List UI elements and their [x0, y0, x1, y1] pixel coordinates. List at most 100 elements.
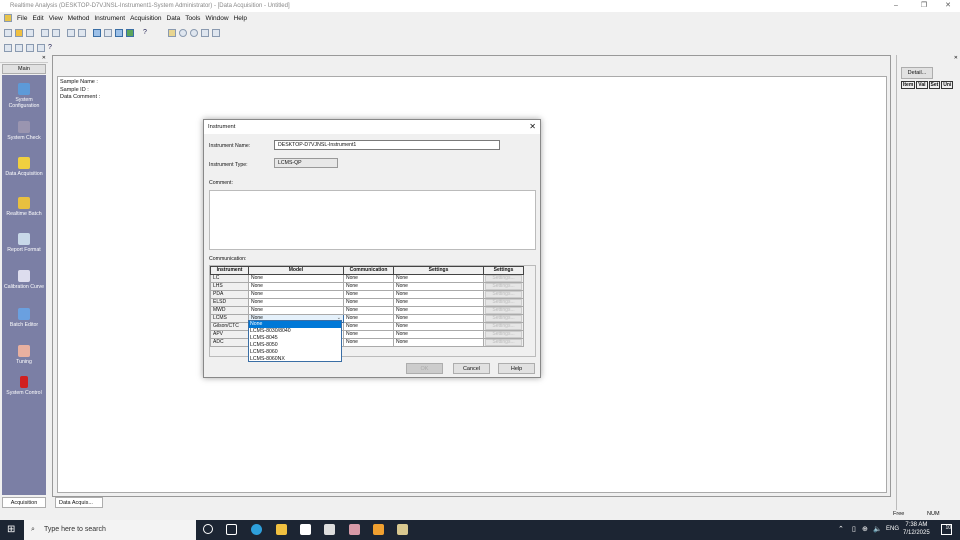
volume-icon[interactable]: 🔈	[873, 525, 882, 533]
comment-textarea[interactable]	[209, 190, 536, 250]
tool-1-icon[interactable]	[4, 43, 12, 52]
sidebar-item-realtime-batch[interactable]: Realtime Batch	[2, 197, 46, 217]
layout-4-icon[interactable]	[126, 28, 134, 37]
column-value[interactable]: Val	[916, 81, 928, 89]
communication-select[interactable]: None	[343, 313, 394, 323]
column-item[interactable]: Item	[901, 81, 916, 89]
cortana-icon[interactable]	[203, 524, 213, 534]
communication-select[interactable]: None	[343, 305, 394, 315]
settings-button[interactable]: Settings...	[485, 323, 522, 329]
print-icon[interactable]	[41, 28, 49, 37]
save-icon[interactable]	[26, 28, 34, 37]
menu-tools[interactable]: Tools	[185, 15, 200, 22]
file-explorer-icon[interactable]	[276, 524, 287, 535]
store-icon[interactable]	[300, 524, 311, 535]
network-icon[interactable]: ⊕	[862, 525, 868, 533]
sidebar-item-tuning[interactable]: Tuning	[2, 345, 46, 365]
binoculars-icon[interactable]	[78, 28, 86, 37]
clock[interactable]: 7:38 AM 7/12/2025	[903, 521, 930, 537]
task-view-icon[interactable]	[226, 524, 237, 535]
model-select[interactable]: None	[248, 297, 344, 307]
pane-close-icon[interactable]: ✕	[42, 55, 46, 61]
dropdown-option[interactable]: LCMS-8050	[249, 342, 341, 349]
edit-icon[interactable]	[211, 28, 220, 37]
menu-instrument[interactable]: Instrument	[94, 15, 125, 22]
copy-icon[interactable]	[67, 28, 75, 37]
settings-button[interactable]: Settings...	[485, 299, 522, 305]
postrun-icon[interactable]	[373, 524, 384, 535]
help-button[interactable]: Help	[498, 363, 535, 374]
help-icon[interactable]: ?	[143, 29, 147, 36]
open-icon[interactable]	[15, 28, 23, 37]
sidebar-item-system-control[interactable]: System Control	[2, 376, 46, 396]
menu-acquisition[interactable]: Acquisition	[130, 15, 161, 22]
settings-button[interactable]: Settings...	[485, 307, 522, 313]
sidebar-item-data-acquisition[interactable]: Data Acquisition	[2, 157, 46, 177]
menu-edit[interactable]: Edit	[32, 15, 43, 22]
link-icon[interactable]	[200, 28, 209, 37]
column-unit[interactable]: Uni	[941, 81, 954, 89]
layout-1-icon[interactable]	[93, 28, 101, 37]
dialog-close-button[interactable]: ✕	[529, 122, 536, 131]
tab-data-acquisition[interactable]: Data Acquis...	[55, 497, 103, 508]
battery-icon[interactable]: ▯	[852, 525, 856, 533]
sidebar-item-calibration-curve[interactable]: Calibration Curve	[2, 270, 46, 290]
tab-acquisition[interactable]: Acquisition	[2, 497, 46, 508]
communication-select[interactable]: None	[343, 281, 394, 291]
dropdown-option[interactable]: LCMS-8030/8040	[249, 328, 341, 335]
dropdown-option[interactable]: LCMS-8060	[249, 349, 341, 356]
dropdown-option[interactable]: None	[249, 321, 341, 328]
settings-button[interactable]: Settings...	[485, 291, 522, 297]
windows-start-icon[interactable]: ⊞	[7, 525, 17, 535]
instrument-settings-icon[interactable]	[167, 28, 176, 37]
tool-3-icon[interactable]	[26, 43, 34, 52]
instrument-name-input[interactable]: DESKTOP-D7VJNSL-Instrument1	[274, 140, 500, 150]
ok-button[interactable]: OK	[406, 363, 443, 374]
settings-button[interactable]: Settings...	[485, 331, 522, 337]
settings-button[interactable]: Settings...	[485, 275, 522, 281]
sidebar-item-system-check[interactable]: System Check	[2, 121, 46, 141]
menu-method[interactable]: Method	[68, 15, 90, 22]
model-select[interactable]: None	[248, 281, 344, 291]
communication-select[interactable]: None	[343, 329, 394, 339]
notifications-icon[interactable]: 10	[941, 524, 952, 535]
column-set[interactable]: Set	[928, 81, 941, 89]
settings-button[interactable]: Settings...	[485, 283, 522, 289]
new-icon[interactable]	[4, 28, 12, 37]
communication-select[interactable]: None	[343, 337, 394, 347]
dropdown-option[interactable]: LCMS-8045	[249, 335, 341, 342]
tool-4-icon[interactable]	[37, 43, 45, 52]
tool-2-icon[interactable]	[15, 43, 23, 52]
cancel-button[interactable]: Cancel	[453, 363, 490, 374]
minimize-button[interactable]: –	[885, 0, 907, 12]
pane-close-icon[interactable]: ✕	[954, 55, 958, 61]
stop-icon[interactable]	[189, 28, 198, 37]
detail-button[interactable]: Detail...	[901, 67, 933, 79]
menu-view[interactable]: View	[49, 15, 63, 22]
model-select[interactable]: None	[248, 273, 344, 283]
settings-button[interactable]: Settings...	[485, 315, 522, 321]
layout-2-icon[interactable]	[104, 28, 112, 37]
model-select[interactable]: None	[248, 289, 344, 299]
sidebar-item-batch-editor[interactable]: Batch Editor	[2, 308, 46, 328]
communication-select[interactable]: None	[343, 273, 394, 283]
dropdown-option[interactable]: LCMS-8060NX	[249, 356, 341, 363]
tray-chevron-icon[interactable]: ⌃	[838, 525, 844, 533]
model-select[interactable]: None	[248, 305, 344, 315]
print-preview-icon[interactable]	[52, 28, 60, 37]
menu-data[interactable]: Data	[167, 15, 181, 22]
layout-3-icon[interactable]	[115, 28, 123, 37]
menu-window[interactable]: Window	[205, 15, 228, 22]
realtime-analysis-icon[interactable]	[397, 524, 408, 535]
edge-icon[interactable]	[251, 524, 262, 535]
help-icon[interactable]: ?	[48, 44, 52, 51]
labsolutions-icon[interactable]	[349, 524, 360, 535]
sidebar-item-system-configuration[interactable]: System Configuration	[2, 83, 46, 109]
menu-help[interactable]: Help	[234, 15, 247, 22]
mail-icon[interactable]	[324, 524, 335, 535]
language-indicator[interactable]: ENG	[886, 526, 899, 532]
sidebar-item-report-format[interactable]: Report Format	[2, 233, 46, 253]
main-button[interactable]: Main	[2, 64, 46, 74]
communication-select[interactable]: None	[343, 321, 394, 331]
settings-button[interactable]: Settings...	[485, 339, 522, 345]
